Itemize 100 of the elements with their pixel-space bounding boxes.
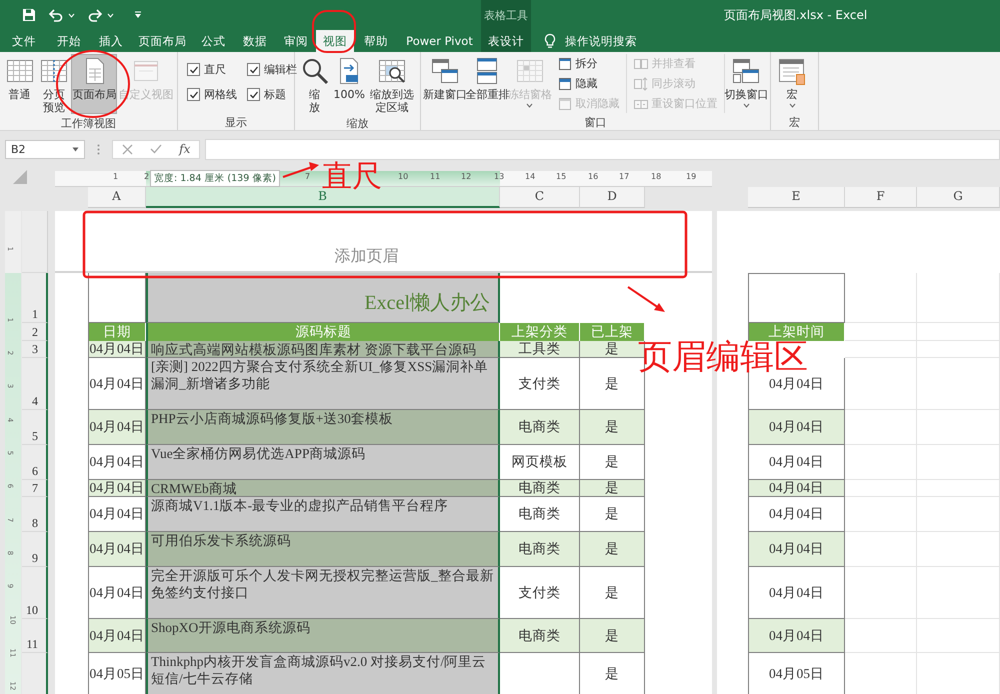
column-header[interactable]: G <box>917 187 1000 208</box>
date-cell: 04月04日 <box>748 410 845 445</box>
column-heading: 上架时间 <box>748 323 845 341</box>
group-label: 窗口 <box>584 115 608 130</box>
date-cell: 04月04日 <box>748 532 845 567</box>
status-cell: 是 <box>580 445 645 480</box>
window-title: 页面布局视图.xlsx - Excel <box>722 6 868 24</box>
date-cell: 04月04日 <box>88 532 146 567</box>
ribbon-button[interactable]: 100% <box>332 54 366 103</box>
ruler-number: 14 <box>525 172 536 181</box>
title-cell: 响应式高端网站模板源码图库素材 资源下载平台源码 <box>146 341 500 358</box>
ribbon-tab[interactable]: 插入 <box>90 30 132 52</box>
status-cell: 是 <box>580 532 645 567</box>
column-heading: 已上架 <box>580 323 645 341</box>
tell-me-search[interactable]: 操作说明搜索 <box>543 30 637 52</box>
row-header[interactable]: 4 <box>22 358 48 410</box>
ribbon-button[interactable]: 缩放到选定区域 <box>367 54 417 116</box>
ribbon-tab[interactable]: 视图 <box>316 30 354 52</box>
ruler-number: 19 <box>686 172 696 181</box>
ribbon-tab[interactable]: Power Pivot <box>398 30 481 52</box>
ribbon-button[interactable]: 宏 <box>774 54 810 110</box>
dropdown-icon[interactable] <box>134 11 142 19</box>
row-header[interactable]: 8 <box>22 497 48 532</box>
ribbon-tab[interactable]: 文件 <box>0 30 48 52</box>
check-icon[interactable] <box>150 144 162 154</box>
table-cell <box>845 567 917 619</box>
row-header[interactable]: 11 <box>22 619 48 653</box>
ribbon-tab[interactable]: 帮助 <box>354 30 398 52</box>
column-heading: 上架分类 <box>500 323 580 341</box>
arrow <box>627 286 665 312</box>
ribbon-button[interactable]: 新建窗口 <box>424 54 466 103</box>
row-header[interactable]: 10 <box>22 567 48 619</box>
ruler-number: 7 <box>305 172 310 181</box>
ribbon-tab[interactable]: 开始 <box>48 30 90 52</box>
column-header[interactable]: C <box>500 187 580 208</box>
name-box[interactable]: B2 <box>5 140 85 158</box>
checkbox[interactable]: 标题 <box>247 87 297 102</box>
row-header[interactable]: 3 <box>22 341 48 358</box>
row-header[interactable]: 1 <box>22 273 48 323</box>
title-cell: 可用伯乐发卡系统源码 <box>146 532 500 567</box>
caret-icon[interactable] <box>68 12 75 18</box>
table-cell <box>845 341 917 358</box>
title-cell: Vue全家桶仿网易优选APP商城源码 <box>146 445 500 480</box>
ribbon-button[interactable]: 普通 <box>3 54 36 103</box>
column-heading: 日期 <box>88 323 146 341</box>
date-cell: 04月04日 <box>88 410 146 445</box>
insert-function-button[interactable]: fx <box>179 142 190 156</box>
checkbox[interactable]: 编辑栏 <box>247 62 297 77</box>
date-cell: 04月04日 <box>88 480 146 497</box>
redo-icon[interactable] <box>87 8 103 22</box>
date-cell: 04月04日 <box>88 445 146 480</box>
undo-icon[interactable] <box>48 8 64 22</box>
ribbon-tab[interactable]: 公式 <box>193 30 234 52</box>
row-header[interactable]: 7 <box>22 480 48 497</box>
sheet-title: Excel懒人办公 <box>146 273 500 323</box>
category-cell: 电商类 <box>500 480 580 497</box>
ribbon-button[interactable]: 切换窗口 <box>726 54 767 110</box>
column-header[interactable]: D <box>580 187 645 208</box>
ruler-number: 2 <box>144 172 150 181</box>
column-header[interactable]: E <box>748 187 845 208</box>
ribbon-button[interactable]: 拆分 <box>558 55 620 72</box>
ribbon-button[interactable]: 缩放 <box>298 54 332 116</box>
save-icon[interactable] <box>22 8 36 22</box>
formula-input[interactable] <box>205 138 1000 160</box>
date-cell: 04月04日 <box>88 358 146 410</box>
caret-icon <box>72 146 79 152</box>
status-cell: 是 <box>580 619 645 653</box>
title-cell: 源商城V1.1版本-最专业的虚拟产品销售平台程序 <box>146 497 500 532</box>
ribbon-tab[interactable]: 表设计 <box>481 30 531 52</box>
row-header[interactable]: 9 <box>22 532 48 567</box>
table-cell <box>845 273 917 323</box>
check-icon <box>188 90 198 100</box>
row-header[interactable] <box>22 653 48 694</box>
ribbon-tab[interactable]: 页面布局 <box>132 30 193 52</box>
ruler-number: 1 <box>113 172 118 181</box>
row-header[interactable]: 5 <box>22 410 48 445</box>
status-cell: 是 <box>580 497 645 532</box>
checkbox[interactable]: 网格线 <box>187 87 237 102</box>
ribbon-tab[interactable]: 数据 <box>234 30 276 52</box>
ribbon-button[interactable]: 页面布局 <box>71 54 118 114</box>
row-header[interactable]: 6 <box>22 445 48 480</box>
date-cell: 04月04日 <box>88 567 146 619</box>
column-header[interactable]: A <box>88 187 146 208</box>
ruler-number: 13 <box>494 172 504 181</box>
ribbon-button[interactable]: 隐藏 <box>558 75 620 92</box>
date-cell: 04月04日 <box>748 480 845 497</box>
row-header[interactable]: 2 <box>22 323 48 341</box>
ruler-number: 16 <box>588 172 598 181</box>
ribbon-button[interactable]: 全部重排 <box>466 54 508 103</box>
ribbon-tab[interactable]: 审阅 <box>276 30 316 52</box>
ruler-number: 11 <box>430 172 440 181</box>
column-header[interactable]: F <box>845 187 917 208</box>
checkbox[interactable]: 直尺 <box>187 62 237 77</box>
title-cell: [亲测] 2022四方聚合支付系统全新UI_修复XSS漏洞补单漏洞_新增诸多功能 <box>146 358 500 410</box>
category-cell: 支付类 <box>500 567 580 619</box>
table-cell <box>845 497 917 532</box>
table-cell <box>845 410 917 445</box>
caret-icon[interactable] <box>107 12 114 18</box>
check-icon <box>188 64 198 74</box>
windows-icon <box>430 56 460 86</box>
